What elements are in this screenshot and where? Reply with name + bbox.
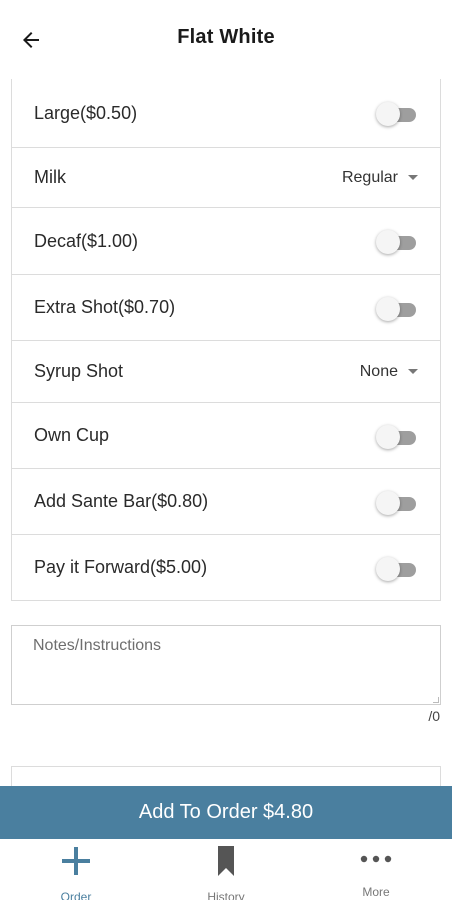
option-row-large: Large($0.50)	[12, 79, 440, 147]
syrup-shot-select[interactable]: None	[360, 363, 418, 381]
nav-item-order[interactable]: Order	[31, 845, 121, 900]
add-to-order-label: Add To Order $4.80	[138, 801, 314, 823]
plus-icon	[58, 845, 94, 877]
syrup-select-value: None	[359, 362, 398, 380]
option-row-sante-bar: Add Sante Bar($0.80)	[12, 468, 440, 534]
option-row-own-cup: Own Cup	[12, 402, 440, 468]
header: Flat White	[0, 0, 452, 78]
option-row-decaf: Decaf($1.00)	[12, 207, 440, 274]
milk-select[interactable]: Regular	[342, 169, 418, 187]
option-label: Syrup Shot	[34, 361, 124, 381]
page-title: Flat White	[177, 26, 275, 48]
caret-down-icon	[408, 175, 418, 180]
toggle-thumb	[376, 230, 400, 254]
nav-item-more[interactable]: More	[331, 845, 421, 899]
caret-down-icon	[408, 369, 418, 374]
add-to-order-button[interactable]: Add To Order $4.80	[0, 786, 452, 839]
option-label: Extra Shot($0.70)	[34, 297, 176, 317]
option-label: Large($0.50)	[34, 102, 138, 123]
large-toggle[interactable]	[376, 102, 418, 126]
option-label: Add Sante Bar($0.80)	[34, 491, 209, 511]
app-screen: Flat White Large($0.50) Milk Regular Dec…	[0, 0, 452, 900]
sante-bar-toggle[interactable]	[376, 490, 418, 515]
decaf-toggle[interactable]	[376, 230, 418, 254]
notes-placeholder: Notes/Instructions	[33, 637, 162, 654]
notes-char-count: /0	[428, 708, 440, 724]
bottom-nav: Order History More	[0, 839, 452, 900]
option-label: Pay it Forward($5.00)	[34, 557, 208, 577]
toggle-thumb	[376, 296, 400, 321]
toggle-thumb	[376, 556, 400, 581]
nav-label-history: History	[207, 890, 245, 900]
own-cup-toggle[interactable]	[376, 424, 418, 449]
options-list: Large($0.50) Milk Regular Decaf($1.00) E…	[11, 79, 441, 601]
milk-select-value: Regular	[341, 168, 398, 186]
option-label: Milk	[34, 167, 66, 187]
option-label: Own Cup	[34, 425, 110, 445]
option-row-syrup-shot: Syrup Shot None	[12, 340, 440, 402]
notes-input[interactable]: Notes/Instructions	[11, 625, 441, 705]
option-row-extra-shot: Extra Shot($0.70)	[12, 274, 440, 340]
resize-grip-icon[interactable]	[433, 697, 439, 703]
nav-label-order: Order	[60, 890, 92, 900]
option-label: Decaf($1.00)	[34, 230, 139, 251]
bookmark-icon	[208, 845, 244, 877]
toggle-thumb	[376, 102, 400, 126]
option-row-milk: Milk Regular	[12, 147, 440, 207]
toggle-thumb	[376, 490, 400, 515]
more-dots-icon	[358, 845, 394, 872]
nav-label-more: More	[362, 885, 390, 899]
extra-shot-toggle[interactable]	[376, 296, 418, 321]
pay-it-forward-toggle[interactable]	[376, 556, 418, 581]
nav-item-history[interactable]: History	[181, 845, 271, 900]
option-row-pay-it-forward: Pay it Forward($5.00)	[12, 534, 440, 600]
toggle-thumb	[376, 424, 400, 449]
